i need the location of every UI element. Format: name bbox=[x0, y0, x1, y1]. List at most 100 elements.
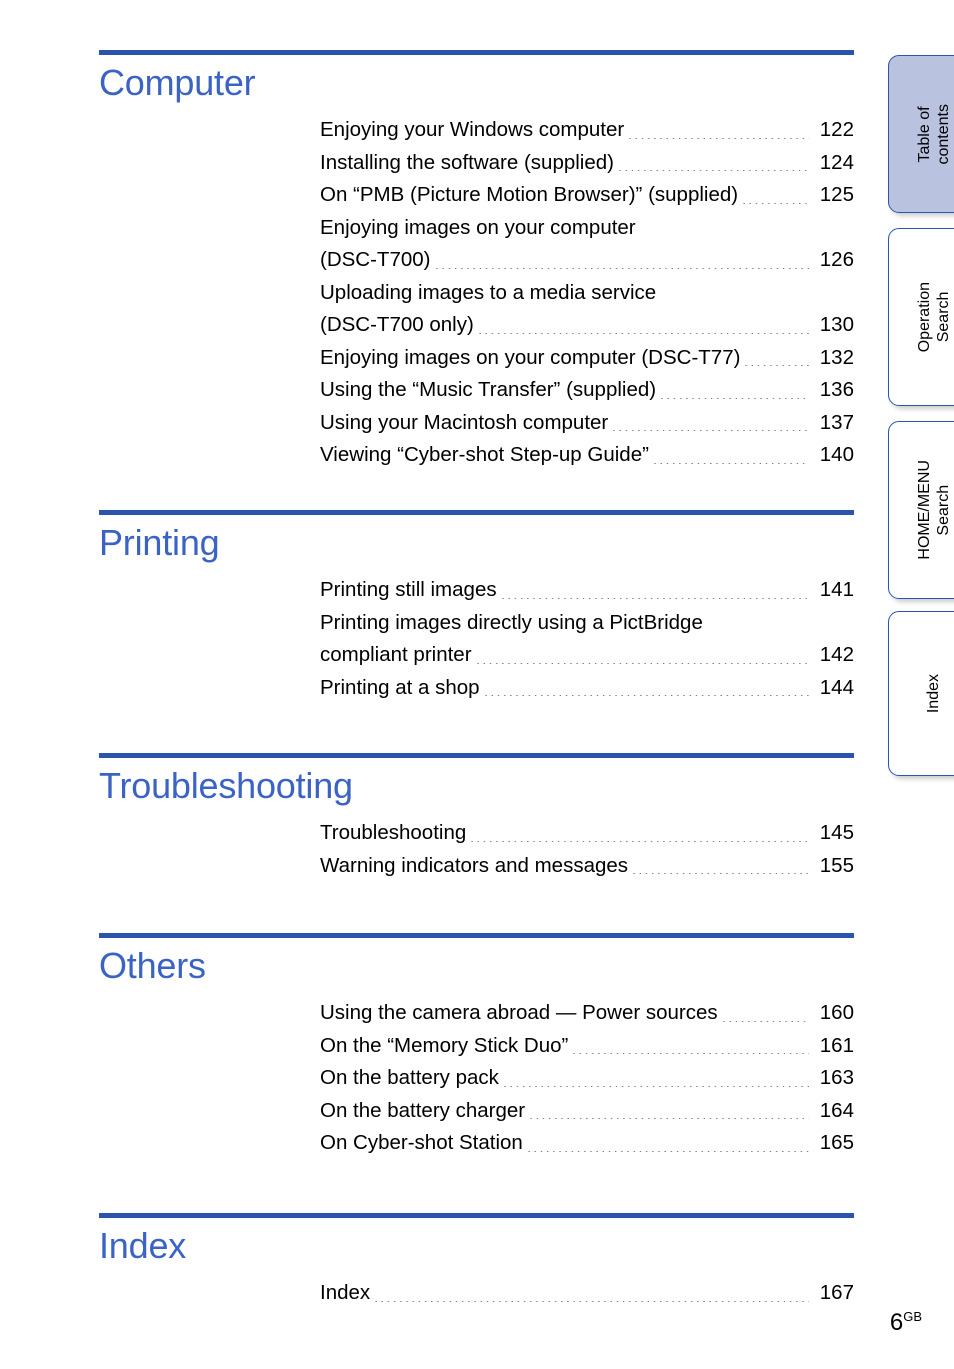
toc-entry-list: Index 167 bbox=[320, 1277, 854, 1310]
toc-entry-first-line: Uploading images to a media service bbox=[320, 280, 657, 304]
toc-entry[interactable]: On the battery pack 163 bbox=[320, 1062, 854, 1095]
toc-entry[interactable]: Enjoying your Windows computer 122 bbox=[320, 114, 854, 147]
toc-entry-page-number: 145 bbox=[819, 821, 854, 844]
side-tab-label: Index bbox=[925, 673, 942, 714]
toc-entry-label: On Cyber-shot Station bbox=[320, 1131, 523, 1154]
side-tab-index[interactable]: Index bbox=[888, 611, 954, 776]
toc-entry-page-number: 137 bbox=[819, 410, 854, 434]
section-title: Others bbox=[99, 945, 206, 986]
section-rule bbox=[99, 510, 854, 515]
toc-leader-dots bbox=[651, 462, 809, 464]
toc-leader-dots bbox=[474, 662, 809, 664]
toc-entry[interactable]: On “PMB (Picture Motion Browser)” (suppl… bbox=[320, 179, 854, 212]
side-tab-strip: Table of contents Operation Search HOME/… bbox=[884, 0, 954, 1369]
toc-entry-label: Index bbox=[320, 1281, 371, 1304]
toc-entry-label: On the battery pack bbox=[320, 1066, 499, 1089]
toc-entry[interactable]: On the “Memory Stick Duo” 161 bbox=[320, 1030, 854, 1063]
side-tab-label: Table of contents bbox=[915, 103, 952, 165]
toc-entry[interactable]: On the battery charger 164 bbox=[320, 1095, 854, 1128]
toc-entry-page-number: 122 bbox=[819, 118, 854, 141]
toc-entry-row: (DSC-T700 only) 130 bbox=[320, 309, 854, 342]
toc-entry-page-number: 161 bbox=[819, 1033, 854, 1057]
toc-entry-page-number: 124 bbox=[819, 150, 854, 174]
toc-leader-dots bbox=[476, 332, 809, 334]
toc-leader-dots bbox=[741, 202, 809, 204]
toc-leader-dots bbox=[743, 365, 809, 366]
toc-entry-label: Using your Macintosh computer bbox=[320, 410, 609, 434]
toc-entry-page-number: 144 bbox=[819, 675, 854, 699]
toc-entry-row: Enjoying your Windows computer 122 bbox=[320, 114, 854, 147]
toc-entry-page-number: 132 bbox=[819, 345, 854, 369]
toc-leader-dots bbox=[499, 597, 809, 599]
toc-entry-page-number: 136 bbox=[819, 378, 854, 401]
toc-page: Computer Enjoying your Windows computer 12… bbox=[0, 0, 954, 1369]
toc-leader-dots bbox=[501, 1085, 809, 1087]
toc-leader-dots bbox=[525, 1150, 809, 1152]
toc-entry-page-number: 140 bbox=[819, 443, 854, 466]
section-rule bbox=[99, 50, 854, 55]
toc-entry[interactable]: On Cyber-shot Station 165 bbox=[320, 1127, 854, 1160]
toc-leader-dots bbox=[611, 430, 809, 431]
toc-entry-row: compliant printer 142 bbox=[320, 639, 854, 672]
toc-entry[interactable]: Enjoying images on your computer (DSC-T7… bbox=[320, 342, 854, 375]
toc-entry-row: Troubleshooting 145 bbox=[320, 817, 854, 850]
toc-leader-dots bbox=[571, 1053, 809, 1054]
section-title: Printing bbox=[99, 522, 220, 563]
toc-entry-page-number: 167 bbox=[819, 1281, 854, 1304]
toc-entry[interactable]: Installing the software (supplied) 124 bbox=[320, 147, 854, 180]
toc-entry-list: Troubleshooting 145 Warning indicators and… bbox=[320, 817, 854, 882]
toc-entry-label: Warning indicators and messages bbox=[320, 853, 629, 877]
section-rule bbox=[99, 933, 854, 938]
toc-leader-dots bbox=[469, 840, 809, 842]
toc-entry-label: compliant printer bbox=[320, 643, 472, 666]
toc-entry-row: Warning indicators and messages 155 bbox=[320, 850, 854, 883]
toc-entry-page-number: 125 bbox=[819, 183, 854, 206]
toc-entry-row: On the battery charger 164 bbox=[320, 1095, 854, 1128]
toc-entry[interactable]: Using your Macintosh computer 137 bbox=[320, 407, 854, 440]
section-title: Troubleshooting bbox=[99, 765, 353, 806]
side-tab-label: Operation Search bbox=[915, 281, 952, 353]
toc-entry-label: Using the “Music Transfer” (supplied) bbox=[320, 378, 657, 401]
toc-entry[interactable]: Index 167 bbox=[320, 1277, 854, 1310]
toc-entry-row: On “PMB (Picture Motion Browser)” (suppl… bbox=[320, 179, 854, 212]
toc-entry[interactable]: Using the camera abroad — Power sources 1… bbox=[320, 997, 854, 1030]
toc-entry-page-number: 164 bbox=[819, 1098, 854, 1122]
section-title: Computer bbox=[99, 62, 256, 103]
toc-entry[interactable]: Printing at a shop 144 bbox=[320, 672, 854, 705]
toc-section: Index Index 167 bbox=[99, 1213, 854, 1310]
toc-entry[interactable]: Warning indicators and messages 155 bbox=[320, 850, 854, 883]
toc-entry-row: Printing at a shop 144 bbox=[320, 672, 854, 705]
side-tab-operation-search[interactable]: Operation Search bbox=[888, 228, 954, 406]
toc-entry-row: Using the “Music Transfer” (supplied) 136 bbox=[320, 374, 854, 407]
toc-leader-dots bbox=[627, 137, 809, 139]
toc-entry-page-number: 130 bbox=[819, 313, 854, 336]
toc-entry[interactable]: Enjoying images on your computer (DSC-T70… bbox=[320, 212, 854, 277]
section-rule bbox=[99, 753, 854, 758]
toc-leader-dots bbox=[482, 695, 809, 696]
toc-entry-label: Printing at a shop bbox=[320, 675, 480, 699]
toc-entry[interactable]: Printing still images 141 bbox=[320, 574, 854, 607]
toc-entry-label: On the “Memory Stick Duo” bbox=[320, 1033, 569, 1057]
toc-entry-label: Troubleshooting bbox=[320, 821, 467, 844]
toc-entry-row: On the “Memory Stick Duo” 161 bbox=[320, 1030, 854, 1063]
side-tab-label: HOME/MENU Search bbox=[915, 460, 952, 560]
toc-entry-label: (DSC-T700 only) bbox=[320, 313, 474, 336]
toc-entry-label: Viewing “Cyber-shot Step-up Guide” bbox=[320, 443, 649, 466]
toc-entry-page-number: 141 bbox=[819, 578, 854, 601]
toc-entry[interactable]: Uploading images to a media service (DSC-… bbox=[320, 277, 854, 342]
toc-entry-page-number: 155 bbox=[819, 853, 854, 877]
side-tab-home-menu-search[interactable]: HOME/MENU Search bbox=[888, 421, 954, 599]
toc-entry-first-line: Enjoying images on your computer bbox=[320, 215, 636, 239]
toc-entry-row: Using the camera abroad — Power sources 1… bbox=[320, 997, 854, 1030]
side-tab-table-of-contents[interactable]: Table of contents bbox=[888, 55, 954, 213]
toc-section: Troubleshooting Troubleshooting 145 Warning… bbox=[99, 753, 854, 882]
toc-entry-label: On “PMB (Picture Motion Browser)” (suppl… bbox=[320, 183, 739, 206]
toc-entry[interactable]: Using the “Music Transfer” (supplied) 136 bbox=[320, 374, 854, 407]
toc-entry[interactable]: Viewing “Cyber-shot Step-up Guide” 140 bbox=[320, 439, 854, 472]
toc-entry-label: Enjoying images on your computer (DSC-T7… bbox=[320, 345, 741, 369]
toc-leader-dots bbox=[659, 397, 809, 399]
toc-entry[interactable]: Troubleshooting 145 bbox=[320, 817, 854, 850]
toc-entry-list: Enjoying your Windows computer 122 Install… bbox=[320, 114, 854, 472]
toc-entry[interactable]: Printing images directly using a PictBri… bbox=[320, 607, 854, 672]
toc-leader-dots bbox=[617, 170, 809, 171]
